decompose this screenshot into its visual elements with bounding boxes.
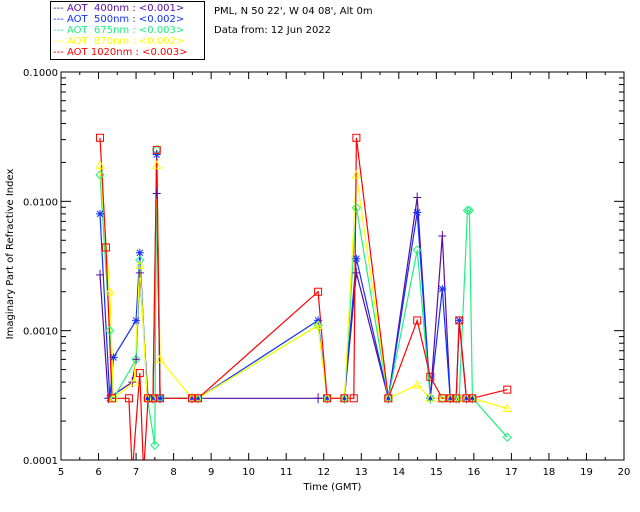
data-point <box>132 316 141 325</box>
x-tick-label: 9 <box>208 467 214 478</box>
y-tick-label: 0.0001 <box>23 456 58 467</box>
plot-area <box>99 137 508 460</box>
data-point <box>109 353 118 362</box>
x-tick-label: 19 <box>580 467 593 478</box>
data-point <box>314 393 323 404</box>
x-tick-label: 12 <box>317 467 330 478</box>
data-point <box>413 192 422 203</box>
x-tick-label: 13 <box>355 467 368 478</box>
x-tick-label: 6 <box>95 467 101 478</box>
y-tick-label: 0.1000 <box>23 68 58 79</box>
data-point <box>152 188 161 199</box>
y-axis-label: Imaginary Part of Refractive Index <box>5 169 16 340</box>
x-tick-label: 17 <box>505 467 518 478</box>
x-tick-label: 7 <box>133 467 139 478</box>
x-tick-label: 10 <box>242 467 255 478</box>
series-line-3 <box>99 165 508 410</box>
x-tick-label: 11 <box>280 467 293 478</box>
x-tick-label: 15 <box>430 467 443 478</box>
x-tick-label: 16 <box>467 467 480 478</box>
data-point <box>96 209 105 218</box>
data-point <box>352 254 361 263</box>
chart: 5 6 7 8 9 10 11 12 13 14 15 16 17 18 19 20 0.0001 0.0010 0… <box>5 68 631 493</box>
y-tick-label: 0.0010 <box>23 327 58 338</box>
data-point <box>455 316 464 325</box>
data-point <box>413 208 422 217</box>
data-point <box>135 267 144 278</box>
x-tick-label: 5 <box>58 467 64 478</box>
y-tick-label: 0.0100 <box>23 197 58 208</box>
x-tick-label: 18 <box>543 467 556 478</box>
data-point <box>438 284 447 293</box>
x-tick-label: 14 <box>392 467 405 478</box>
x-tick-label: 8 <box>170 467 176 478</box>
data-point <box>438 230 447 241</box>
x-tick-label: 20 <box>618 467 631 478</box>
x-axis-label: Time (GMT) <box>303 482 362 493</box>
